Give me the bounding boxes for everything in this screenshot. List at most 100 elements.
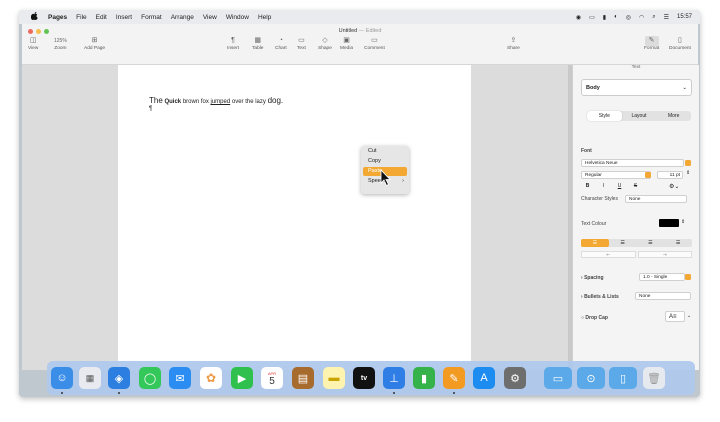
record-icon[interactable]: ◉ <box>576 14 581 21</box>
document-button[interactable]: ▯ Document <box>669 36 691 51</box>
document-page[interactable]: The Quick brown fox jumped over the lazy… <box>118 65 471 370</box>
tab-style[interactable]: Style <box>587 111 622 121</box>
drop-cap-style-popup[interactable]: A≡ <box>665 311 685 322</box>
status-area: ◉ ▭ ▮ ◐ ◎ ◠ ⌕ ☰ 15:57 <box>576 10 692 24</box>
font-weight-popup[interactable]: Regular <box>581 171 651 179</box>
spacing-popup[interactable]: 1.0 - Single <box>639 273 685 281</box>
menu-edit[interactable]: Edit <box>96 14 107 21</box>
document-text[interactable]: The Quick brown fox jumped over the lazy… <box>149 96 283 105</box>
battery-icon[interactable]: ▮ <box>603 14 606 21</box>
menu-help[interactable]: Help <box>258 14 271 21</box>
control-icon[interactable]: ◎ <box>626 14 631 21</box>
menu-insert[interactable]: Insert <box>116 14 132 21</box>
wifi-icon[interactable]: ◠ <box>639 14 644 21</box>
search-icon[interactable]: ⌕ <box>652 14 655 21</box>
drop-cap-checkbox-icon[interactable]: ○ <box>581 315 584 321</box>
apple-icon[interactable] <box>29 12 39 22</box>
mail-icon[interactable]: ✉ <box>169 367 191 389</box>
control-center-icon[interactable]: ☰ <box>664 14 669 21</box>
add-page-button[interactable]: ⊞ Add Page <box>84 36 105 51</box>
text-colour-swatch[interactable] <box>659 219 679 227</box>
trash-icon[interactable]: 🗑 <box>643 367 665 389</box>
bullets-popup[interactable]: None <box>635 292 691 300</box>
numbers-icon[interactable]: ▮ <box>413 367 435 389</box>
word-brown-fox[interactable]: brown fox <box>183 99 209 105</box>
screen-mirror-icon[interactable]: ▭ <box>589 14 595 21</box>
align-justify-button[interactable]: ☰ <box>664 239 692 247</box>
menu-format[interactable]: Format <box>141 14 162 21</box>
zoom-button[interactable]: 125% Zoom <box>54 36 67 51</box>
align-center-button[interactable]: ☰ <box>609 239 637 247</box>
safari-icon[interactable]: ◈ <box>108 367 130 389</box>
strikethrough-button[interactable]: S <box>629 183 642 190</box>
menu-item-copy[interactable]: Copy <box>363 157 407 166</box>
documents-icon[interactable]: ▯ <box>609 367 637 389</box>
media-button[interactable]: ▣ Media <box>340 36 353 51</box>
font-size-stepper-icon[interactable]: ⇕ <box>686 170 690 176</box>
toggle-icon[interactable]: ◐ <box>614 14 618 20</box>
settings-icon[interactable]: ⚙ <box>504 367 526 389</box>
launchpad-icon[interactable]: ▦ <box>79 367 101 389</box>
menu-pages[interactable]: Pages <box>48 14 67 21</box>
facetime-icon[interactable]: ▶ <box>231 367 253 389</box>
font-size-field[interactable]: 11 pt <box>657 171 683 179</box>
share-button[interactable]: ⇪ Share <box>507 36 520 51</box>
word-over-the-lazy[interactable]: over the lazy <box>232 99 266 105</box>
table-button[interactable]: ▦ Table <box>252 36 263 51</box>
spacing-label[interactable]: › Spacing <box>581 275 604 281</box>
colour-stepper-icon[interactable]: ⇕ <box>681 219 685 225</box>
clock[interactable]: 15:57 <box>677 14 692 20</box>
menu-item-cut[interactable]: Cut <box>363 147 407 156</box>
bold-button[interactable]: B <box>581 183 594 190</box>
word-jumped[interactable]: jumped <box>211 99 231 105</box>
character-styles-value: None <box>629 197 641 202</box>
shape-button[interactable]: ◇ Shape <box>318 36 332 51</box>
increase-indent-button[interactable]: ⇥ <box>637 251 692 258</box>
insert-button[interactable]: ¶ Insert <box>227 36 239 51</box>
pages-icon[interactable]: ✎ <box>443 367 465 389</box>
calendar-icon[interactable]: APR 5 <box>261 367 283 389</box>
menu-file[interactable]: File <box>76 14 86 21</box>
bullets-label[interactable]: › Bullets & Lists <box>581 294 619 300</box>
menu-view[interactable]: View <box>203 14 217 21</box>
chart-button[interactable]: ◔ Chart <box>275 36 287 51</box>
decrease-indent-button[interactable]: ⇤ <box>581 251 636 258</box>
word-dog[interactable]: dog. <box>268 96 284 105</box>
character-styles-popup[interactable]: None <box>625 195 687 203</box>
tab-layout[interactable]: Layout <box>622 111 657 121</box>
align-left-button[interactable]: ☰ <box>581 239 609 247</box>
insert-icon: ¶ <box>231 37 235 44</box>
share-label: Share <box>507 46 520 51</box>
cut-label: Cut <box>368 148 377 154</box>
folder-icon[interactable]: ▭ <box>544 367 572 389</box>
downloads-icon[interactable]: ⊙ <box>577 367 605 389</box>
underline-button[interactable]: U <box>613 183 626 190</box>
notes-icon[interactable]: ▬ <box>323 367 345 389</box>
font-popup-arrow-icon[interactable] <box>685 160 691 166</box>
document-title: Untitled — Edited <box>22 28 698 34</box>
keynote-icon[interactable]: ⊥ <box>383 367 405 389</box>
photos-icon[interactable]: ✿ <box>200 367 222 389</box>
italic-button[interactable]: I <box>597 183 610 190</box>
align-right-button[interactable]: ☰ <box>637 239 665 247</box>
text-button[interactable]: ▭ Text <box>297 36 306 51</box>
tv-icon[interactable]: tv <box>353 367 375 389</box>
menu-window[interactable]: Window <box>226 14 249 21</box>
paragraph-style-popup[interactable]: Body ⌄ <box>581 79 692 96</box>
drop-cap-chevron-icon[interactable]: ⌄ <box>687 313 691 319</box>
weight-popup-arrow-icon[interactable] <box>645 172 651 178</box>
view-button[interactable]: ◫ View <box>28 36 38 51</box>
tab-more[interactable]: More <box>656 111 691 121</box>
word-quick[interactable]: Quick <box>164 99 181 105</box>
messages-icon[interactable]: ◯ <box>139 367 161 389</box>
format-button[interactable]: ✎ Format <box>644 36 659 51</box>
appstore-icon[interactable]: A <box>473 367 495 389</box>
menu-arrange[interactable]: Arrange <box>171 14 194 21</box>
finder-icon[interactable]: ☺ <box>51 367 73 389</box>
text-options-gear-icon[interactable]: ⚙⌄ <box>669 183 679 190</box>
notes-brown-icon[interactable]: ▤ <box>292 367 314 389</box>
word-the[interactable]: The <box>149 96 163 105</box>
comment-button[interactable]: ▭ Comment <box>364 36 385 51</box>
spacing-popup-arrow-icon[interactable] <box>685 274 691 280</box>
font-name-popup[interactable]: Helvetica Neue <box>581 159 684 167</box>
